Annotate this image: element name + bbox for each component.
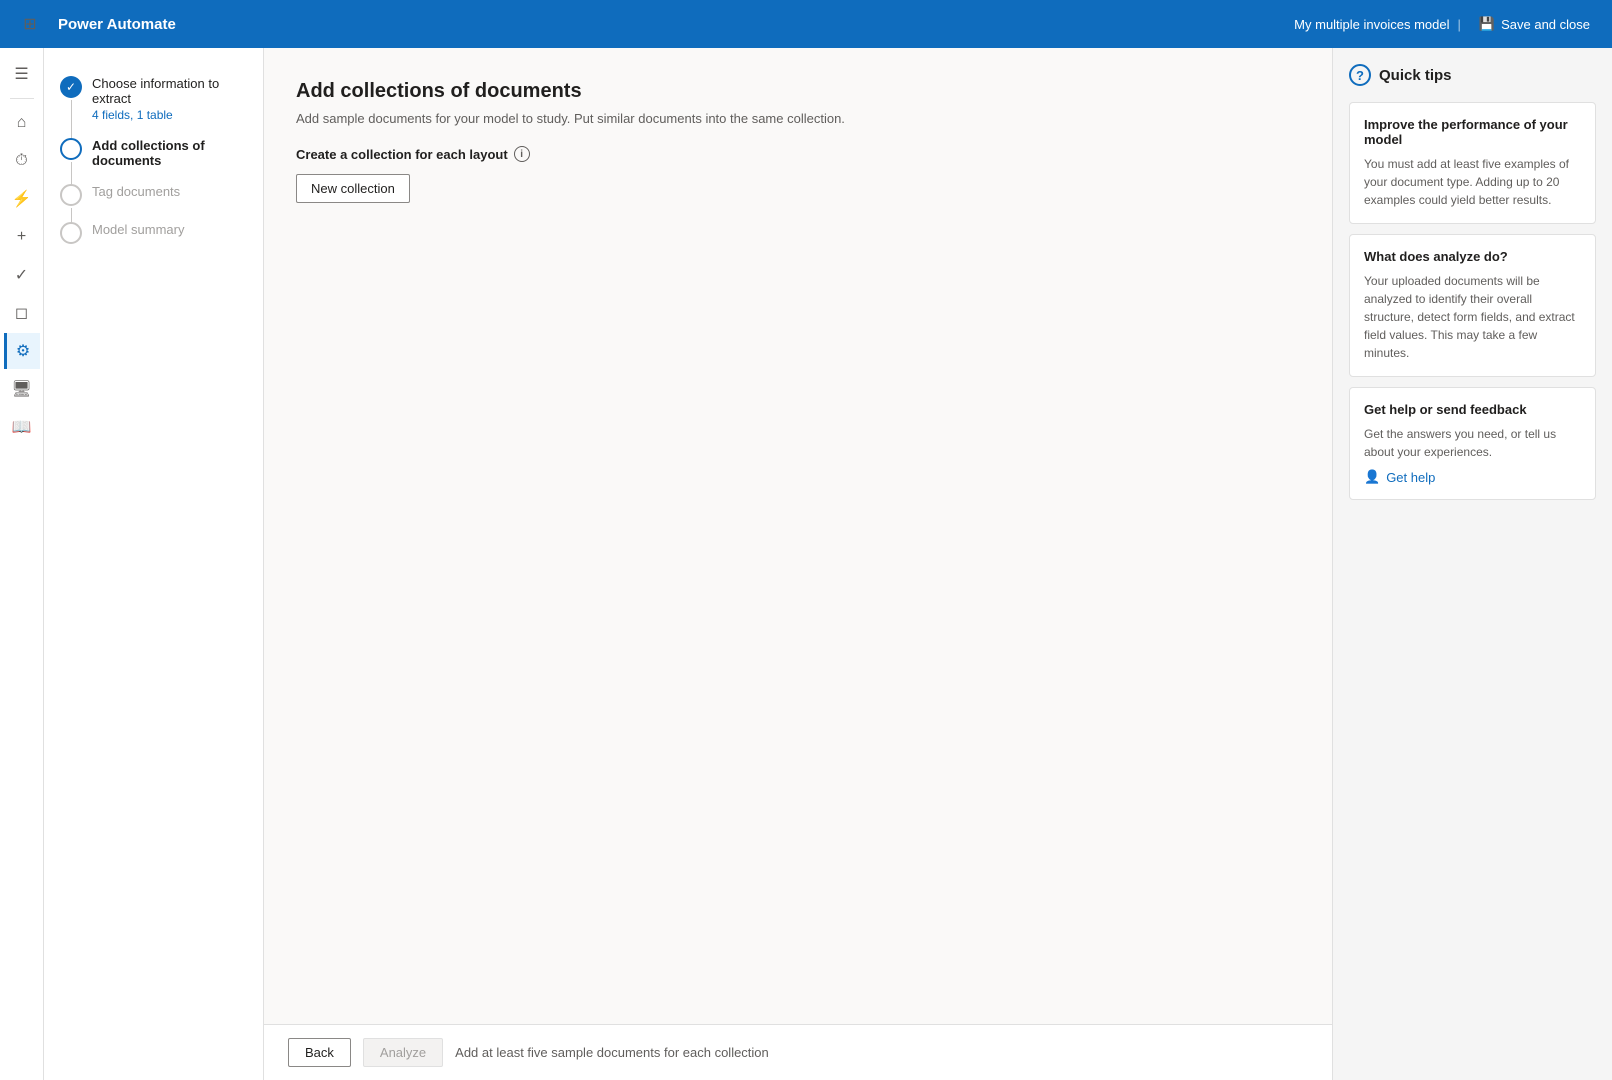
info-icon[interactable]: i	[514, 146, 530, 162]
step-3-circle	[60, 184, 82, 206]
step-4-content: Model summary	[92, 222, 184, 237]
new-collection-button[interactable]: New collection	[296, 174, 410, 203]
sidebar-sep-1	[10, 98, 34, 99]
get-help-label: Get help	[1386, 470, 1435, 485]
qt-card-2-title: What does analyze do?	[1364, 249, 1581, 264]
back-button[interactable]: Back	[288, 1038, 351, 1067]
section-label-text: Create a collection for each layout	[296, 147, 508, 162]
analyze-button[interactable]: Analyze	[363, 1038, 443, 1067]
topbar: ⊞ Power Automate My multiple invoices mo…	[0, 0, 1612, 48]
step-4-title: Model summary	[92, 222, 184, 237]
page-subtitle: Add sample documents for your model to s…	[296, 111, 1300, 126]
content-area: Add collections of documents Add sample …	[264, 48, 1332, 1080]
step-3-content: Tag documents	[92, 184, 180, 199]
step-4: Model summary	[60, 214, 247, 252]
step-2-title: Add collections of documents	[92, 138, 247, 168]
qt-title: Quick tips	[1379, 67, 1452, 84]
step-1-circle: ✓	[60, 76, 82, 98]
save-close-button[interactable]: 💾 Save and close	[1469, 10, 1600, 38]
content-body: Add collections of documents Add sample …	[264, 48, 1332, 1024]
sidebar-ai-icon[interactable]: ⚙	[4, 333, 40, 369]
sidebar-recent-icon[interactable]: ⏱	[4, 143, 40, 179]
step-1-title: Choose information to extract	[92, 76, 247, 106]
sidebar-monitor-icon[interactable]: ◻	[4, 295, 40, 331]
steps-panel: ✓ Choose information to extract 4 fields…	[44, 48, 264, 1080]
step-1: ✓ Choose information to extract 4 fields…	[60, 68, 247, 130]
step-2-circle	[60, 138, 82, 160]
sidebar-desktop-icon[interactable]: 🖥	[4, 371, 40, 407]
sidebar-learn-icon[interactable]: 📖	[4, 409, 40, 445]
qt-card-1-title: Improve the performance of your model	[1364, 117, 1581, 147]
main-layout: ☰ ⌂ ⏱ ⚡ + ✓ ◻ ⚙ 🖥 📖 ✓ Choose information…	[0, 48, 1612, 1080]
sidebar-flows-icon[interactable]: ⚡	[4, 181, 40, 217]
app-name: Power Automate	[58, 16, 176, 33]
sidebar-approvals-icon[interactable]: ✓	[4, 257, 40, 293]
page-title: Add collections of documents	[296, 80, 1300, 103]
step-4-circle	[60, 222, 82, 244]
step-3: Tag documents	[60, 176, 247, 214]
section-label: Create a collection for each layout i	[296, 146, 1300, 162]
qt-card-2-text: Your uploaded documents will be analyzed…	[1364, 272, 1581, 362]
step-3-title: Tag documents	[92, 184, 180, 199]
qt-card-1-text: You must add at least five examples of y…	[1364, 155, 1581, 209]
topbar-left: ⊞ Power Automate	[12, 6, 176, 42]
sidebar-menu-icon[interactable]: ☰	[4, 56, 40, 92]
save-icon: 💾	[1479, 16, 1495, 32]
step-2-content: Add collections of documents	[92, 138, 247, 168]
step-2: Add collections of documents	[60, 130, 247, 176]
footer-hint: Add at least five sample documents for e…	[455, 1045, 769, 1060]
model-name: My multiple invoices model	[1294, 17, 1449, 32]
qt-card-3-title: Get help or send feedback	[1364, 402, 1581, 417]
icon-sidebar: ☰ ⌂ ⏱ ⚡ + ✓ ◻ ⚙ 🖥 📖	[0, 48, 44, 1080]
qt-card-3: Get help or send feedback Get the answer…	[1349, 387, 1596, 500]
save-close-label: Save and close	[1501, 17, 1590, 32]
qt-card-2: What does analyze do? Your uploaded docu…	[1349, 234, 1596, 377]
topbar-right: My multiple invoices model | 💾 Save and …	[1294, 10, 1600, 38]
quick-tips-panel: ? Quick tips Improve the performance of …	[1332, 48, 1612, 1080]
qt-header: ? Quick tips	[1349, 64, 1596, 86]
topbar-divider: |	[1458, 17, 1461, 32]
step-1-subtitle[interactable]: 4 fields, 1 table	[92, 108, 247, 122]
sidebar-add-icon[interactable]: +	[4, 219, 40, 255]
sidebar-home-icon[interactable]: ⌂	[4, 105, 40, 141]
get-help-link[interactable]: 👤 Get help	[1364, 469, 1581, 485]
step-1-content: Choose information to extract 4 fields, …	[92, 76, 247, 122]
content-footer: Back Analyze Add at least five sample do…	[264, 1024, 1332, 1080]
qt-question-icon: ?	[1349, 64, 1371, 86]
step-1-check-icon: ✓	[66, 80, 76, 94]
help-person-icon: 👤	[1364, 469, 1380, 485]
qt-card-3-text: Get the answers you need, or tell us abo…	[1364, 425, 1581, 461]
qt-card-1: Improve the performance of your model Yo…	[1349, 102, 1596, 224]
grid-icon[interactable]: ⊞	[12, 6, 48, 42]
